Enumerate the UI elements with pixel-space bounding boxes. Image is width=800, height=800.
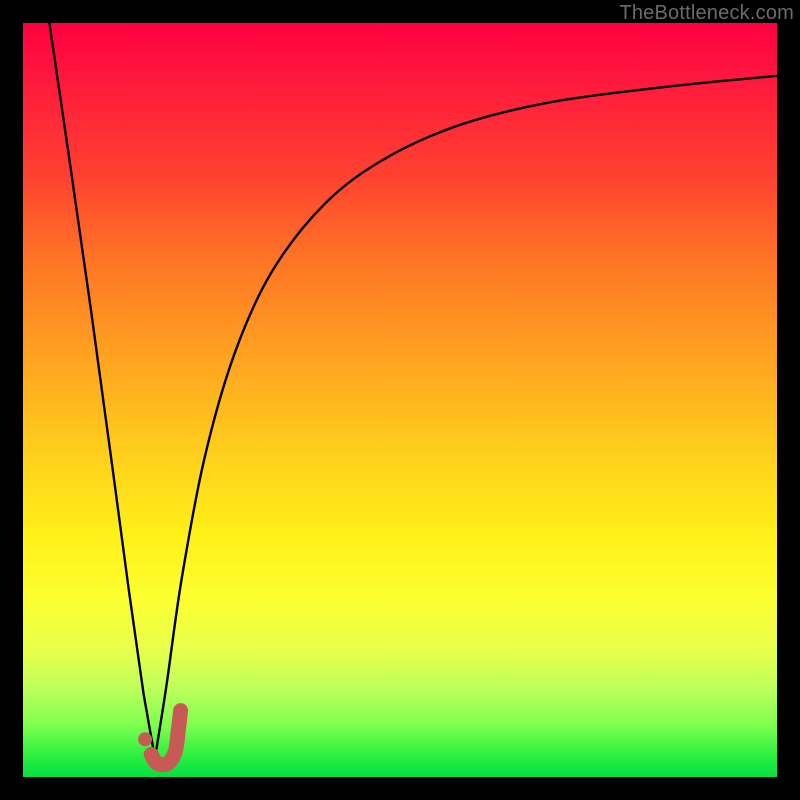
outer-frame: TheBottleneck.com (0, 0, 800, 800)
j-marker-dot (138, 732, 152, 746)
curve-right (155, 76, 777, 758)
watermark-text: TheBottleneck.com (619, 2, 794, 25)
j-marker-hook (151, 711, 180, 765)
chart-svg (23, 23, 777, 777)
plot-area (23, 23, 777, 777)
curve-left (49, 23, 154, 758)
